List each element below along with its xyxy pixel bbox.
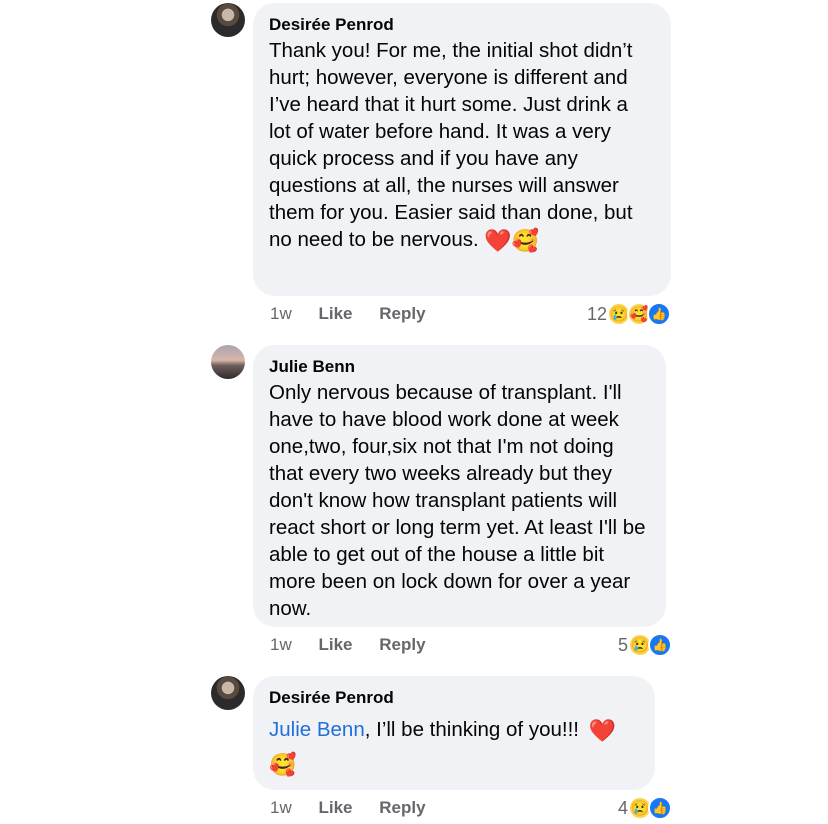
- comment-text: Julie Benn, I’ll be thinking of you!!! ❤…: [269, 716, 639, 778]
- comment-author[interactable]: Desirée Penrod: [269, 688, 639, 708]
- reply-button[interactable]: Reply: [379, 635, 425, 654]
- avatar[interactable]: [211, 345, 245, 379]
- reaction-count: 5: [618, 634, 629, 655]
- comment-body: , I’ll be thinking of you!!!: [364, 718, 579, 741]
- reply-button[interactable]: Reply: [379, 304, 425, 323]
- mention-link[interactable]: Julie Benn: [269, 718, 365, 741]
- reaction-summary[interactable]: 5 😢 👍: [618, 633, 673, 657]
- comment-actions: 1w Like Reply: [270, 798, 448, 818]
- comment-body: Thank you! For me, the initial shot didn…: [269, 39, 633, 251]
- like-icon: 👍: [648, 796, 673, 820]
- heart-icon: ❤️: [588, 718, 617, 744]
- heart-icon: ❤️🥰: [484, 228, 540, 254]
- like-button[interactable]: Like: [318, 798, 352, 817]
- like-button[interactable]: Like: [318, 635, 352, 654]
- reaction-count: 4: [618, 797, 629, 818]
- reaction-count: 12: [587, 303, 608, 324]
- avatar[interactable]: [211, 3, 245, 37]
- comment-author[interactable]: Desirée Penrod: [269, 15, 655, 35]
- comment-text: Thank you! For me, the initial shot didn…: [269, 37, 655, 254]
- reaction-summary[interactable]: 12 😢 🥰 👍: [587, 302, 672, 326]
- comment-timestamp[interactable]: 1w: [270, 635, 292, 654]
- like-icon: 👍: [647, 302, 672, 326]
- comment-bubble: Desirée Penrod Thank you! For me, the in…: [253, 3, 671, 296]
- comment-timestamp[interactable]: 1w: [270, 798, 292, 817]
- comment-actions: 1w Like Reply: [270, 304, 448, 324]
- like-icon: 👍: [648, 633, 673, 657]
- reply-button[interactable]: Reply: [379, 798, 425, 817]
- comment-author[interactable]: Julie Benn: [269, 357, 650, 377]
- comment-body: Only nervous because of transplant. I'll…: [269, 381, 646, 620]
- comment-timestamp[interactable]: 1w: [270, 304, 292, 323]
- comment-bubble: Desirée Penrod Julie Benn, I’ll be think…: [253, 676, 655, 790]
- reaction-summary[interactable]: 4 😢 👍: [618, 796, 673, 820]
- smiling-hearts-icon: 🥰: [269, 752, 297, 778]
- avatar[interactable]: [211, 676, 245, 710]
- comment-bubble: Julie Benn Only nervous because of trans…: [253, 345, 666, 627]
- comment-actions: 1w Like Reply: [270, 635, 448, 655]
- like-button[interactable]: Like: [318, 304, 352, 323]
